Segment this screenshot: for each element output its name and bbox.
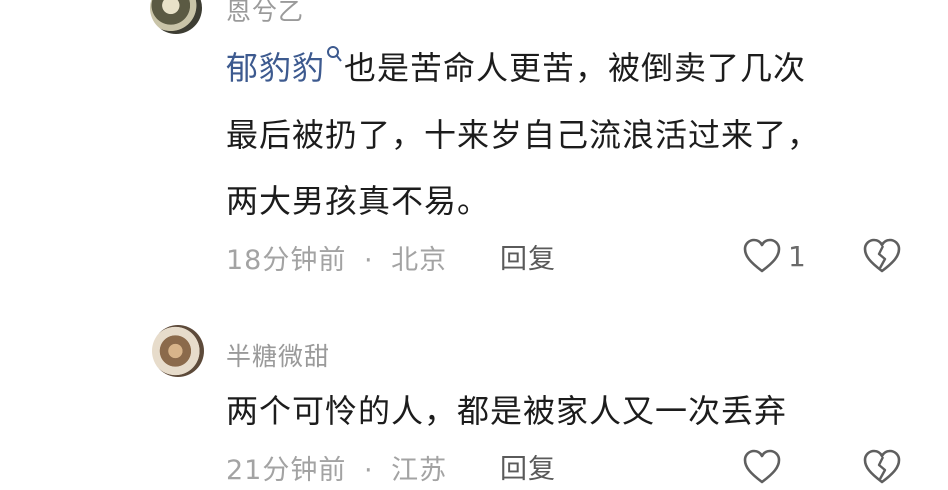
dislike-button[interactable] [862, 237, 902, 279]
reply-button[interactable]: 回复 [500, 447, 556, 486]
avatar[interactable] [150, 0, 202, 34]
broken-heart-icon [863, 449, 901, 484]
like-count: 1 [788, 239, 806, 273]
search-icon [327, 46, 342, 62]
comment-time: 18分钟前 [226, 245, 347, 276]
avatar[interactable] [152, 325, 204, 377]
comment-text-line: 也是苦命人更苦，被倒卖了几次 [344, 49, 807, 87]
comment-username[interactable]: 半糖微甜 [226, 337, 330, 373]
comment-meta: 21分钟前 · 江苏 [226, 448, 447, 487]
reply-button[interactable]: 回复 [500, 237, 556, 276]
meta-separator: · [363, 245, 374, 276]
comment-location: 北京 [391, 245, 448, 276]
comment-username[interactable]: 恩兮乙 [226, 0, 304, 28]
like-button[interactable]: 1 [742, 237, 806, 275]
comment-text: 郁豹豹 也是苦命人更苦，被倒卖了几次 [226, 35, 806, 102]
broken-heart-icon [863, 238, 901, 273]
comment-time: 21分钟前 [226, 455, 347, 486]
meta-separator: · [363, 455, 374, 486]
dislike-button[interactable] [862, 448, 902, 490]
comment-text-line: 两个可怜的人，都是被家人又一次丢弃 [226, 392, 788, 430]
comment-text-line: 两大男孩真不易。 [226, 182, 491, 220]
comment-location: 江苏 [391, 455, 448, 486]
comment-meta: 18分钟前 · 北京 [226, 238, 447, 277]
heart-outline-icon [743, 449, 781, 484]
comment-text-line: 最后被扔了，十来岁自己流浪活过来了， [226, 116, 821, 154]
like-button[interactable] [742, 448, 782, 486]
mention-link[interactable]: 郁豹豹 [226, 46, 344, 87]
mention-name[interactable]: 郁豹豹 [226, 49, 325, 87]
heart-outline-icon [743, 238, 781, 273]
